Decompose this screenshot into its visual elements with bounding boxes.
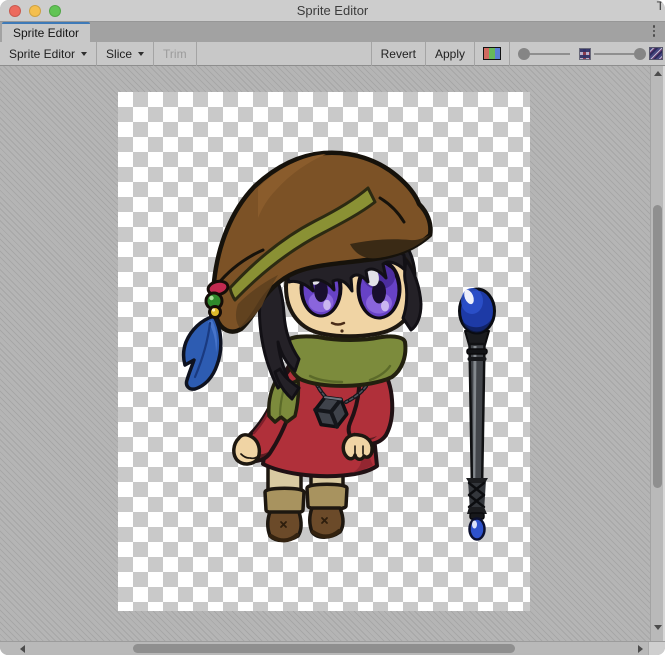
kebab-menu-icon[interactable] bbox=[653, 25, 656, 37]
toolbar: Sprite Editor Slice Trim Revert Apply bbox=[0, 42, 665, 66]
traffic-lights bbox=[9, 5, 61, 17]
tab-bar: Sprite Editor bbox=[0, 22, 665, 42]
sprite-canvas[interactable] bbox=[0, 66, 665, 641]
tab-label: Sprite Editor bbox=[13, 26, 79, 40]
toolbar-separator bbox=[474, 42, 475, 66]
vertical-scrollbar[interactable] bbox=[650, 66, 663, 641]
zoom-slider[interactable] bbox=[518, 48, 570, 60]
revert-button[interactable]: Revert bbox=[372, 42, 425, 65]
background-window-text: T bbox=[657, 0, 664, 13]
scroll-left-icon[interactable] bbox=[20, 645, 25, 653]
toolbar-separator bbox=[509, 42, 510, 66]
mip-slider-thumb[interactable] bbox=[634, 48, 646, 60]
scroll-down-icon[interactable] bbox=[654, 625, 662, 630]
mip-slider-track[interactable] bbox=[594, 53, 634, 55]
close-icon[interactable] bbox=[9, 5, 21, 17]
sprite-editor-window: Sprite Editor T Sprite Editor Sprite Edi… bbox=[0, 0, 665, 655]
slice-dropdown[interactable]: Slice bbox=[97, 42, 153, 65]
minimize-icon[interactable] bbox=[29, 5, 41, 17]
horizontal-scrollbar[interactable] bbox=[0, 641, 665, 655]
trim-button[interactable]: Trim bbox=[154, 42, 196, 65]
apply-button[interactable]: Apply bbox=[426, 42, 474, 65]
zoom-icon[interactable] bbox=[49, 5, 61, 17]
sprite-editor-dropdown[interactable]: Sprite Editor bbox=[0, 42, 96, 65]
vertical-scrollbar-thumb[interactable] bbox=[653, 205, 662, 488]
mip-slider[interactable] bbox=[594, 48, 646, 60]
zoom-slider-track[interactable] bbox=[530, 53, 570, 55]
scrollbar-corner bbox=[648, 642, 665, 655]
scroll-right-icon[interactable] bbox=[638, 645, 643, 653]
rgb-alpha-toggle-icon[interactable] bbox=[483, 47, 501, 60]
mip-texture-small-icon bbox=[579, 48, 591, 60]
scroll-up-icon[interactable] bbox=[654, 71, 662, 76]
chevron-down-icon bbox=[138, 52, 144, 56]
chevron-down-icon bbox=[81, 52, 87, 56]
mip-texture-large-icon bbox=[649, 47, 663, 60]
texture-image-area[interactable] bbox=[118, 92, 530, 611]
titlebar: Sprite Editor T bbox=[0, 0, 665, 22]
horizontal-scrollbar-thumb[interactable] bbox=[133, 644, 515, 653]
zoom-slider-thumb[interactable] bbox=[518, 48, 530, 60]
toolbar-right-cluster: Revert Apply bbox=[371, 42, 665, 65]
window-title: Sprite Editor bbox=[297, 3, 369, 18]
tab-sprite-editor[interactable]: Sprite Editor bbox=[2, 22, 90, 42]
toolbar-separator bbox=[196, 42, 197, 66]
